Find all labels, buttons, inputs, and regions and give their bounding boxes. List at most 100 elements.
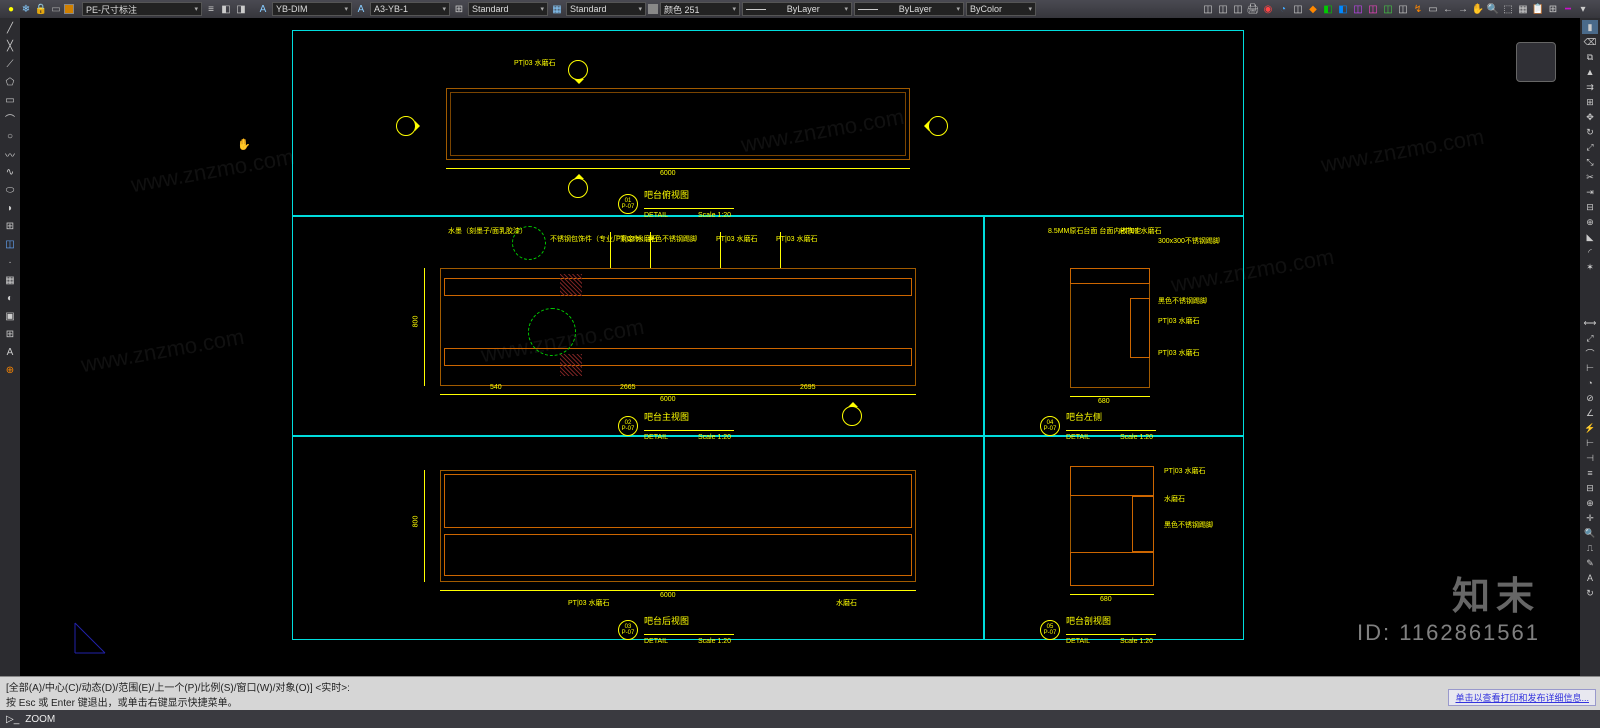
- menu-icon[interactable]: ▾: [1576, 2, 1590, 16]
- textstyle-icon[interactable]: ⊞: [452, 2, 466, 16]
- navbar-grip[interactable]: ▮: [1582, 20, 1598, 34]
- dim-edit-tool[interactable]: ✎: [1582, 556, 1598, 570]
- toolbtn-16[interactable]: ▭: [1426, 2, 1440, 16]
- toolbtn-5[interactable]: ◉: [1261, 2, 1275, 16]
- textstyle-dropdown[interactable]: Standard▾: [468, 2, 548, 16]
- command-history[interactable]: [全部(A)/中心(C)/动态(D)/范围(E)/上一个(P)/比例(S)/窗口…: [0, 676, 1600, 710]
- arc-tool[interactable]: ⌒: [2, 110, 18, 126]
- explode-tool[interactable]: ✶: [1582, 260, 1598, 274]
- plotstyle-dropdown[interactable]: ByColor▾: [966, 2, 1036, 16]
- join-tool[interactable]: ⊕: [1582, 215, 1598, 229]
- chamfer-tool[interactable]: ◣: [1582, 230, 1598, 244]
- layer-state-icon[interactable]: ≡: [204, 2, 218, 16]
- dim-quick-tool[interactable]: ⚡: [1582, 421, 1598, 435]
- color-dropdown[interactable]: 颜色 251▾: [660, 2, 740, 16]
- stretch-tool[interactable]: ⤡: [1582, 155, 1598, 169]
- dim-space-tool[interactable]: ≡: [1582, 466, 1598, 480]
- zoom-extents-icon[interactable]: ▦: [1516, 2, 1530, 16]
- array-tool[interactable]: ⊞: [1582, 95, 1598, 109]
- layer-freeze-icon[interactable]: ❄: [19, 2, 33, 16]
- toolbtn-13[interactable]: ◫: [1381, 2, 1395, 16]
- dash-icon[interactable]: ┅: [1561, 2, 1575, 16]
- dim-radius-tool[interactable]: ◔: [1582, 376, 1598, 390]
- break-tool[interactable]: ⊟: [1582, 200, 1598, 214]
- polygon-tool[interactable]: ⬠: [2, 74, 18, 90]
- dim-linear-tool[interactable]: ⟷: [1582, 316, 1598, 330]
- scale-tool[interactable]: ⤢: [1582, 140, 1598, 154]
- fillet-tool[interactable]: ◜: [1582, 245, 1598, 259]
- revcloud-tool[interactable]: 〰: [2, 146, 18, 162]
- toolbtn-14[interactable]: ◫: [1396, 2, 1410, 16]
- layer-bulb-icon[interactable]: ●: [4, 2, 18, 16]
- layer-lock-icon[interactable]: 🔒: [34, 2, 48, 16]
- toolbtn-3[interactable]: ◫: [1231, 2, 1245, 16]
- annoscale-dropdown[interactable]: A3-YB-1▾: [370, 2, 450, 16]
- point-tool[interactable]: ·: [2, 254, 18, 270]
- toolbtn-2[interactable]: ◫: [1216, 2, 1230, 16]
- command-input[interactable]: ZOOM: [25, 714, 55, 725]
- circle-tool[interactable]: ○: [2, 128, 18, 144]
- toolbtn-4[interactable]: 🖨: [1246, 2, 1260, 16]
- gradient-tool[interactable]: ◐: [2, 290, 18, 306]
- nav-back-icon[interactable]: ←: [1441, 2, 1455, 16]
- layer-color-swatch[interactable]: [64, 4, 74, 14]
- trim-tool[interactable]: ✂: [1582, 170, 1598, 184]
- viewcube[interactable]: [1516, 42, 1556, 82]
- layer-plot-icon[interactable]: ▭: [49, 2, 63, 16]
- annotative-icon[interactable]: A: [256, 2, 270, 16]
- layer-match-icon[interactable]: ◨: [234, 2, 248, 16]
- copy-tool[interactable]: ⧉: [1582, 50, 1598, 64]
- table-tool[interactable]: ⊞: [2, 326, 18, 342]
- dim-continue-tool[interactable]: ⊣: [1582, 451, 1598, 465]
- props-icon[interactable]: ⊞: [1546, 2, 1560, 16]
- dim-arc-tool[interactable]: ⌒: [1582, 346, 1598, 360]
- region-tool[interactable]: ▣: [2, 308, 18, 324]
- dim-diameter-tool[interactable]: ⊘: [1582, 391, 1598, 405]
- dim-inspect-tool[interactable]: 🔍: [1582, 526, 1598, 540]
- polyline-tool[interactable]: ⟋: [2, 56, 18, 72]
- extend-tool[interactable]: ⇥: [1582, 185, 1598, 199]
- dim-ordinate-tool[interactable]: ⊢: [1582, 361, 1598, 375]
- dim-aligned-tool[interactable]: ⤢: [1582, 331, 1598, 345]
- xline-tool[interactable]: ╳: [2, 38, 18, 54]
- zoom-icon[interactable]: 🔍: [1486, 2, 1500, 16]
- zoom-window-icon[interactable]: ⬚: [1501, 2, 1515, 16]
- move-tool[interactable]: ✥: [1582, 110, 1598, 124]
- linetype-dropdown[interactable]: ByLayer▾: [742, 2, 852, 16]
- pan-icon[interactable]: ✋: [1471, 2, 1485, 16]
- layer-iso-icon[interactable]: ◧: [219, 2, 233, 16]
- rotate-tool[interactable]: ↻: [1582, 125, 1598, 139]
- rectangle-tool[interactable]: ▭: [2, 92, 18, 108]
- dim-jog-tool[interactable]: ⎍: [1582, 541, 1598, 555]
- line-tool[interactable]: ╱: [2, 20, 18, 36]
- toolbtn-15[interactable]: ↯: [1411, 2, 1425, 16]
- toolbtn-8[interactable]: ◆: [1306, 2, 1320, 16]
- tolerance-tool[interactable]: ⊕: [1582, 496, 1598, 510]
- toolbtn-9[interactable]: ◧: [1321, 2, 1335, 16]
- offset-tool[interactable]: ⇉: [1582, 80, 1598, 94]
- mtext-tool[interactable]: A: [2, 344, 18, 360]
- dim-update-tool[interactable]: ↻: [1582, 586, 1598, 600]
- ellipse-tool[interactable]: ⬭: [2, 182, 18, 198]
- dim-tedit-tool[interactable]: A: [1582, 571, 1598, 585]
- toolbtn-10[interactable]: ◧: [1336, 2, 1350, 16]
- toolbtn-1[interactable]: ◫: [1201, 2, 1215, 16]
- drawing-canvas[interactable]: ✋ www.znzmo.com www.znzmo.com www.znzmo.…: [20, 18, 1580, 676]
- toolbtn-12[interactable]: ◫: [1366, 2, 1380, 16]
- centermark-tool[interactable]: ✛: [1582, 511, 1598, 525]
- insert-tool[interactable]: ⊞: [2, 218, 18, 234]
- annotative2-icon[interactable]: A: [354, 2, 368, 16]
- spline-tool[interactable]: ∿: [2, 164, 18, 180]
- color-swatch[interactable]: [648, 4, 658, 14]
- plot-publish-details-link[interactable]: 单击以查看打印和发布详细信息...: [1448, 689, 1596, 706]
- clipboard-icon[interactable]: 📋: [1531, 2, 1545, 16]
- mirror-tool[interactable]: ▲: [1582, 65, 1598, 79]
- dim-break-tool[interactable]: ⊟: [1582, 481, 1598, 495]
- toolbtn-6[interactable]: ◔: [1276, 2, 1290, 16]
- toolbtn-7[interactable]: ◫: [1291, 2, 1305, 16]
- dim-baseline-tool[interactable]: ⊢: [1582, 436, 1598, 450]
- toolbtn-11[interactable]: ◫: [1351, 2, 1365, 16]
- block-tool[interactable]: ◫: [2, 236, 18, 252]
- nav-fwd-icon[interactable]: →: [1456, 2, 1470, 16]
- dim-angular-tool[interactable]: ∠: [1582, 406, 1598, 420]
